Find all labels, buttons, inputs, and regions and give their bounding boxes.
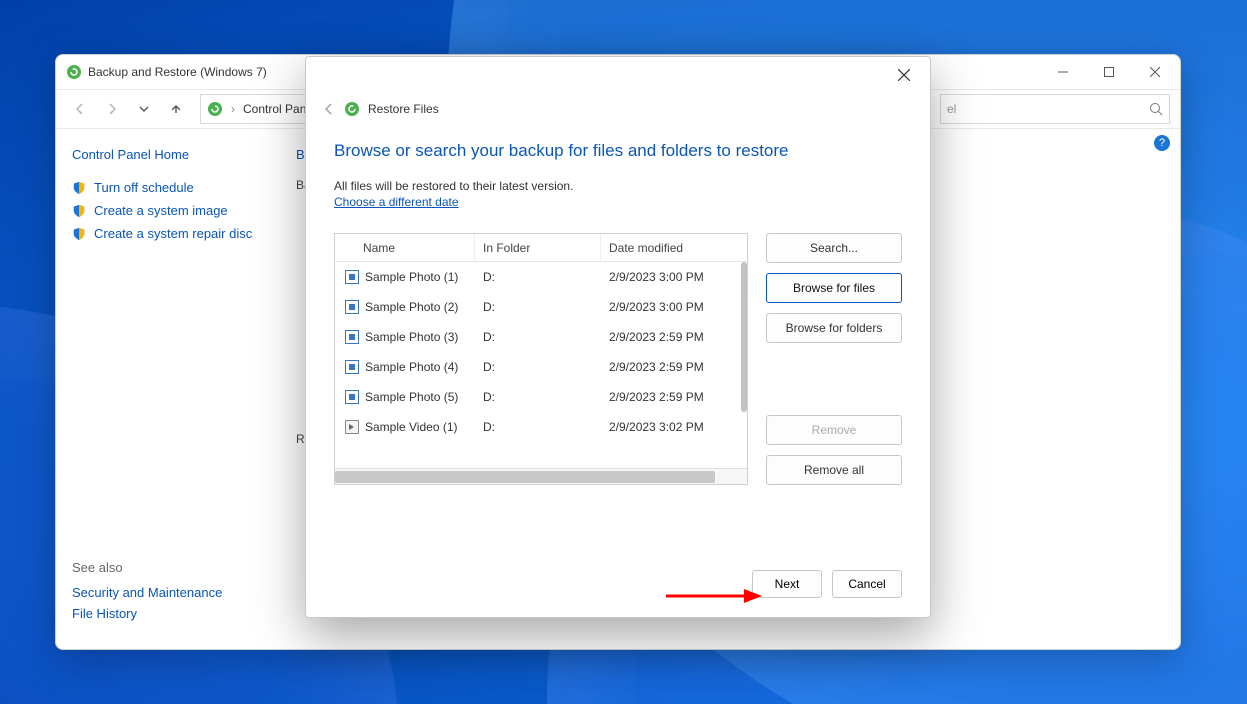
window-minimize-button[interactable]	[1040, 55, 1086, 89]
see-also-section: See also Security and Maintenance File Hi…	[72, 560, 222, 627]
cp-sidebar: Control Panel Home Turn off schedule Crea…	[56, 129, 272, 649]
image-file-icon	[345, 330, 359, 344]
search-button[interactable]: Search...	[766, 233, 902, 263]
file-list-pane: Name In Folder Date modified Sample Phot…	[334, 233, 748, 485]
file-row[interactable]: Sample Video (1) D:2/9/2023 3:02 PM	[335, 412, 747, 442]
backup-icon	[66, 64, 82, 80]
file-row[interactable]: Sample Photo (3) D:2/9/2023 2:59 PM	[335, 322, 747, 352]
window-maximize-button[interactable]	[1086, 55, 1132, 89]
file-date: 2/9/2023 2:59 PM	[601, 390, 747, 404]
browse-files-button[interactable]: Browse for files	[766, 273, 902, 303]
image-file-icon	[345, 390, 359, 404]
file-folder: D:	[475, 270, 601, 284]
sidebar-link-1[interactable]: Create a system image	[72, 203, 256, 218]
see-also-header: See also	[72, 560, 222, 575]
file-folder: D:	[475, 330, 601, 344]
see-also-link-1[interactable]: File History	[72, 606, 222, 621]
file-row[interactable]: Sample Photo (1) D:2/9/2023 3:00 PM	[335, 262, 747, 292]
video-file-icon	[345, 420, 359, 434]
nav-forward-button[interactable]	[98, 95, 126, 123]
file-row[interactable]: Sample Photo (4) D:2/9/2023 2:59 PM	[335, 352, 747, 382]
window-close-button[interactable]	[1132, 55, 1178, 89]
restore-files-dialog: Restore Files Browse or search your back…	[305, 56, 931, 618]
see-also-link-0[interactable]: Security and Maintenance	[72, 585, 222, 600]
file-name: Sample Video (1)	[365, 420, 458, 434]
file-row[interactable]: Sample Photo (5) D:2/9/2023 2:59 PM	[335, 382, 747, 412]
backup-icon	[207, 101, 223, 117]
col-header-name[interactable]: Name	[335, 234, 475, 261]
search-icon	[1149, 102, 1163, 116]
remove-button[interactable]: Remove	[766, 415, 902, 445]
file-folder: D:	[475, 360, 601, 374]
file-name: Sample Photo (5)	[365, 390, 458, 404]
image-file-icon	[345, 270, 359, 284]
cp-title-text: Backup and Restore (Windows 7)	[88, 65, 267, 79]
sidebar-link-0[interactable]: Turn off schedule	[72, 180, 256, 195]
col-header-date[interactable]: Date modified	[601, 234, 747, 261]
file-folder: D:	[475, 420, 601, 434]
sidebar-link-label: Create a system image	[94, 203, 228, 218]
file-folder: D:	[475, 390, 601, 404]
browse-folders-button[interactable]: Browse for folders	[766, 313, 902, 343]
hscroll-thumb[interactable]	[335, 471, 715, 483]
dialog-title: Restore Files	[368, 102, 439, 116]
control-panel-home-link[interactable]: Control Panel Home	[72, 147, 256, 162]
search-placeholder: el	[947, 102, 956, 116]
file-name: Sample Photo (1)	[365, 270, 458, 284]
image-file-icon	[345, 300, 359, 314]
file-date: 2/9/2023 2:59 PM	[601, 330, 747, 344]
search-box[interactable]: el	[940, 94, 1170, 124]
dialog-close-button[interactable]	[884, 59, 924, 91]
vertical-scrollbar[interactable]	[741, 262, 747, 468]
file-date: 2/9/2023 3:00 PM	[601, 270, 747, 284]
vscroll-thumb[interactable]	[741, 262, 747, 412]
image-file-icon	[345, 360, 359, 374]
file-date: 2/9/2023 3:02 PM	[601, 420, 747, 434]
nav-recent-dropdown[interactable]	[130, 95, 158, 123]
file-date: 2/9/2023 3:00 PM	[601, 300, 747, 314]
dialog-heading: Browse or search your backup for files a…	[334, 141, 902, 161]
sidebar-link-2[interactable]: Create a system repair disc	[72, 226, 256, 241]
file-name: Sample Photo (3)	[365, 330, 458, 344]
cancel-button[interactable]: Cancel	[832, 570, 902, 598]
file-rows-container: Sample Photo (1)D:2/9/2023 3:00 PMSample…	[335, 262, 747, 468]
nav-back-button[interactable]	[66, 95, 94, 123]
horizontal-scrollbar[interactable]	[335, 468, 747, 484]
choose-date-link[interactable]: Choose a different date	[334, 195, 459, 209]
file-folder: D:	[475, 300, 601, 314]
dialog-subtitle: All files will be restored to their late…	[334, 179, 902, 193]
sidebar-link-label: Create a system repair disc	[94, 226, 252, 241]
file-row[interactable]: Sample Photo (2) D:2/9/2023 3:00 PM	[335, 292, 747, 322]
file-name: Sample Photo (2)	[365, 300, 458, 314]
next-button[interactable]: Next	[752, 570, 822, 598]
file-date: 2/9/2023 2:59 PM	[601, 360, 747, 374]
remove-all-button[interactable]: Remove all	[766, 455, 902, 485]
nav-up-button[interactable]	[162, 95, 190, 123]
file-list-header[interactable]: Name In Folder Date modified	[335, 234, 747, 262]
col-header-folder[interactable]: In Folder	[475, 234, 601, 261]
file-name: Sample Photo (4)	[365, 360, 458, 374]
restore-icon	[344, 101, 360, 117]
dialog-back-button[interactable]	[322, 102, 336, 116]
sidebar-link-label: Turn off schedule	[94, 180, 194, 195]
help-icon[interactable]: ?	[1154, 135, 1170, 151]
